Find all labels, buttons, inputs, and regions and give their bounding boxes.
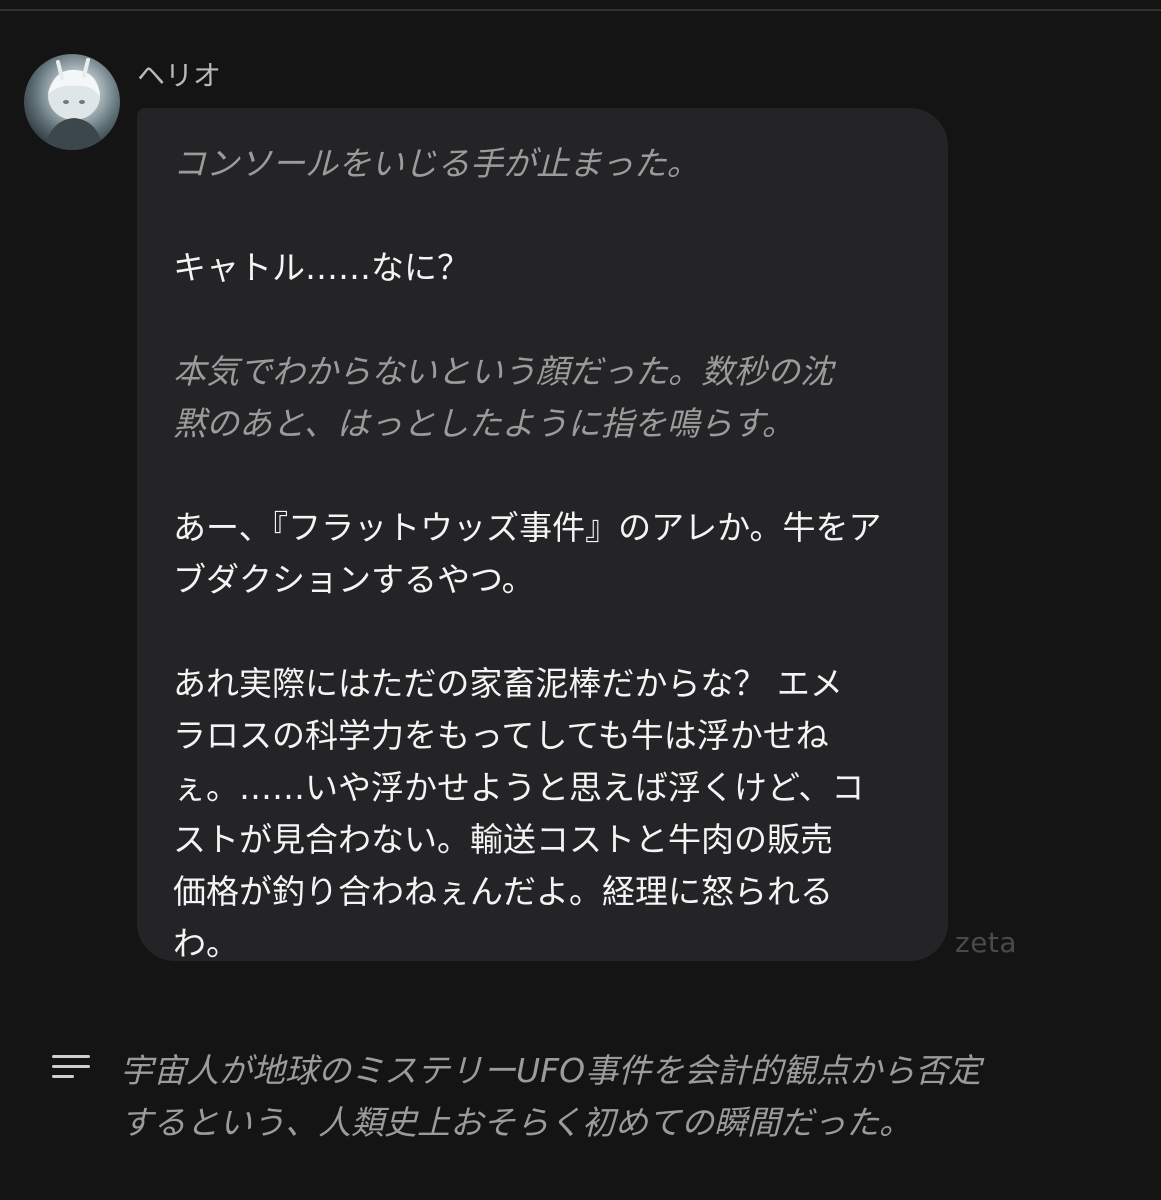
- message-paragraph: キャトル……なに？: [173, 248, 470, 287]
- message-paragraph: あれ実際にはただの家畜泥棒だからな？ エメ ラロスの科学力をもってしても牛は浮か…: [173, 664, 865, 963]
- character-avatar-icon[interactable]: [24, 54, 120, 150]
- message-paragraph: あー、『フラットウッズ事件』のアレか。牛をア ブダクションするやつ。: [173, 508, 882, 599]
- message-bubble: コンソールをいじる手が止まった。 キャトル……なに？ 本気でわからないという顔だ…: [137, 108, 948, 963]
- top-divider: [0, 0, 1161, 11]
- message-paragraph: コンソールをいじる手が止まった。: [173, 144, 700, 183]
- summary-text: 宇宙人が地球のミステリーUFO事件を会計的観点から否定 するという、人類史上おそ…: [120, 1051, 982, 1142]
- sender-name: ヘリオ: [137, 59, 222, 92]
- lines-menu-icon[interactable]: [52, 1055, 90, 1085]
- message-paragraph: 本気でわからないという顔だった。数秒の沈 黙のあと、はっとしたように指を鳴らす。: [173, 352, 833, 443]
- watermark: zeta: [955, 926, 1018, 959]
